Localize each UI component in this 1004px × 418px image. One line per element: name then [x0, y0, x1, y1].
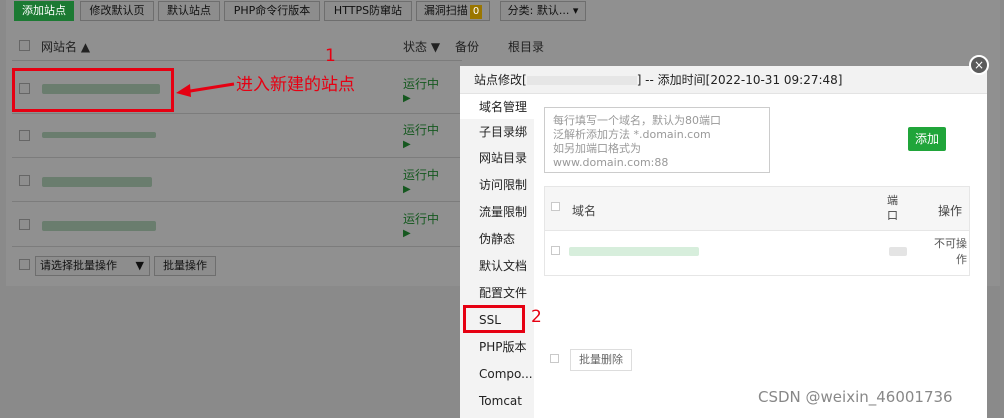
site-status[interactable]: 运行中 ▶	[403, 210, 439, 241]
row-divider	[12, 201, 462, 202]
category-select[interactable]: 分类: 默认... ▾	[500, 1, 586, 21]
default-site-button[interactable]: 默认站点	[158, 1, 220, 21]
col-site-name[interactable]: 网站名 ▲	[41, 38, 90, 55]
domain-value-redacted	[569, 247, 699, 256]
batch-delete-button[interactable]: 批量删除	[570, 349, 632, 371]
menu-item-default-doc[interactable]: 默认文档	[460, 254, 534, 278]
row-action-text: 不可操 作	[934, 237, 967, 266]
site-status[interactable]: 运行中 ▶	[403, 75, 439, 106]
play-icon: ▶	[403, 228, 411, 239]
chevron-down-icon: ▾	[572, 4, 579, 17]
red-arrow-shaft	[183, 82, 235, 94]
red-arrow-head	[176, 84, 191, 97]
batch-delete-checkbox[interactable]	[550, 354, 559, 363]
chevron-down-icon: ▼	[135, 259, 144, 272]
col-root: 根目录	[508, 40, 545, 54]
menu-item-site-dir[interactable]: 网站目录	[460, 146, 534, 170]
modal-title-suffix: ] -- 添加时间[2022-10-31 09:27:48]	[636, 73, 843, 87]
add-domain-button[interactable]: 添加	[908, 127, 946, 151]
domain-select-all-checkbox[interactable]	[551, 202, 560, 211]
vuln-scan-label: 漏洞扫描	[423, 4, 468, 17]
domain-textarea[interactable]: 每行填写一个域名，默认为80端口 泛解析添加方法 *.domain.com 如另…	[544, 107, 770, 173]
row-checkbox[interactable]	[19, 175, 30, 186]
php-cli-button[interactable]: PHP命令行版本	[224, 1, 320, 21]
sort-down-icon: ▼	[430, 40, 441, 54]
https-firewall-button[interactable]: HTTPS防窜站	[324, 1, 412, 21]
modal-title-prefix: 站点修改[	[474, 73, 527, 87]
menu-item-domain[interactable]: 域名管理	[460, 95, 534, 119]
vuln-scan-button[interactable]: 漏洞扫描 0	[416, 1, 490, 21]
row-divider	[12, 60, 462, 61]
select-all-checkbox[interactable]	[19, 40, 30, 51]
row-divider	[12, 113, 462, 114]
site-status[interactable]: 运行中 ▶	[403, 166, 439, 197]
col-status[interactable]: 状态 ▼	[403, 38, 440, 55]
menu-item-php-version[interactable]: PHP版本	[460, 335, 534, 359]
annotation-label-1: 1	[325, 46, 336, 66]
row-checkbox[interactable]	[19, 219, 30, 230]
highlight-ssl	[463, 305, 525, 333]
row-divider	[12, 246, 462, 247]
site-name-link[interactable]	[42, 221, 156, 231]
site-status[interactable]: 运行中 ▶	[403, 121, 439, 152]
play-icon: ▶	[403, 184, 411, 195]
menu-item-rewrite[interactable]: 伪静态	[460, 227, 534, 251]
row-checkbox[interactable]	[19, 130, 30, 141]
play-icon: ▶	[403, 139, 411, 150]
sort-up-icon: ▲	[80, 40, 91, 54]
annotation-arrow-text: 进入新建的站点	[236, 75, 355, 95]
col-status-label: 状态	[403, 40, 428, 54]
batch-operation-button[interactable]: 批量操作	[154, 256, 216, 276]
col-port: 端 口	[887, 194, 898, 222]
edit-default-page-button[interactable]: 修改默认页	[80, 1, 154, 21]
category-label: 分类: 默认...	[507, 4, 570, 17]
menu-item-traffic-limit[interactable]: 流量限制	[460, 200, 534, 224]
site-edit-modal: 站点修改[ ] -- 添加时间[2022-10-31 09:27:48] 域名管理…	[460, 66, 987, 418]
menu-item-composer[interactable]: Compo...	[460, 362, 534, 386]
domain-table: 域名 端 口 操作 不可操 作	[544, 186, 970, 276]
site-name-link[interactable]	[42, 177, 152, 187]
annotation-label-2: 2	[531, 307, 542, 327]
col-site-name-label: 网站名	[41, 40, 78, 54]
batch-checkbox[interactable]	[19, 259, 30, 270]
domain-table-header: 域名 端 口 操作	[545, 187, 969, 231]
menu-item-config[interactable]: 配置文件	[460, 281, 534, 305]
site-name-link[interactable]	[42, 132, 156, 138]
csdn-watermark: CSDN @weixin_46001736	[758, 388, 953, 406]
add-site-button[interactable]: 添加站点	[14, 1, 74, 21]
status-text: 运行中	[403, 123, 440, 137]
play-icon: ▶	[403, 93, 411, 104]
highlight-new-site	[12, 68, 174, 112]
batch-select[interactable]: 请选择批量操作 ▼	[35, 256, 150, 276]
menu-item-access-limit[interactable]: 访问限制	[460, 173, 534, 197]
col-backup: 备份	[455, 40, 480, 54]
close-icon[interactable]: ×	[969, 55, 989, 75]
batch-select-label: 请选择批量操作	[40, 259, 117, 272]
site-name-redacted	[526, 76, 637, 85]
port-value-redacted	[889, 247, 907, 256]
col-domain: 域名	[572, 204, 597, 218]
modal-side-menu: 域名管理 子目录绑 网站目录 访问限制 流量限制 伪静态 默认文档 配置文件 S…	[460, 95, 534, 418]
domain-row-checkbox[interactable]	[551, 246, 560, 255]
col-action: 操作	[938, 204, 963, 218]
modal-title: 站点修改[ ] -- 添加时间[2022-10-31 09:27:48]	[460, 66, 987, 94]
menu-item-subdir[interactable]: 子目录绑	[460, 120, 534, 144]
vuln-count-badge: 0	[469, 5, 483, 19]
row-divider	[12, 157, 462, 158]
status-text: 运行中	[403, 168, 440, 182]
status-text: 运行中	[403, 77, 440, 91]
red-arrow-icon	[176, 82, 235, 97]
menu-item-tomcat[interactable]: Tomcat	[460, 389, 534, 413]
status-text: 运行中	[403, 212, 440, 226]
